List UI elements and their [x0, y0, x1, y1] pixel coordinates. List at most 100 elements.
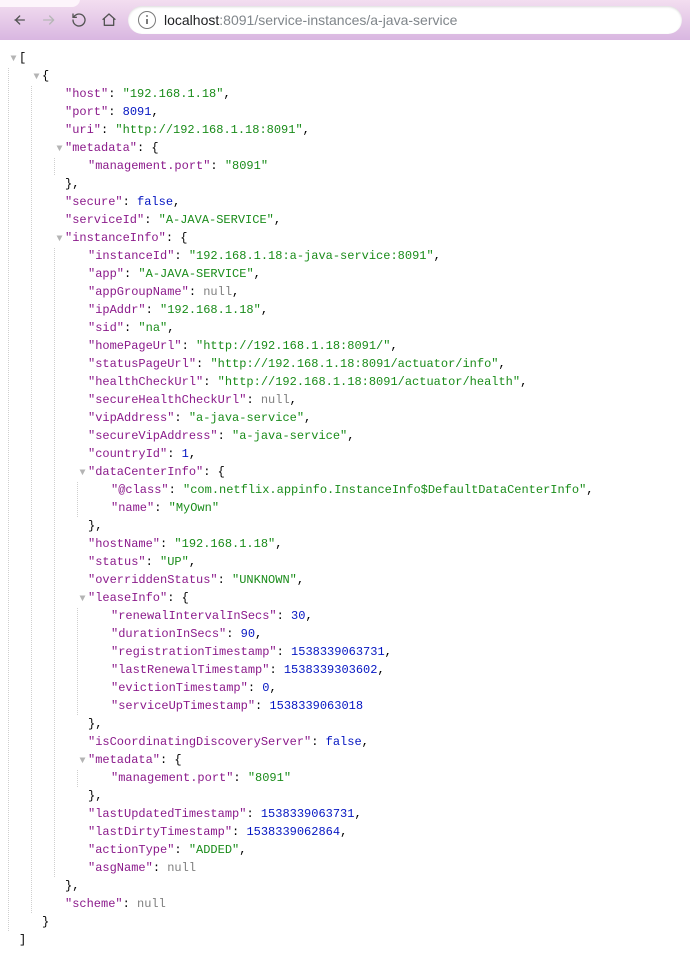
json-value: 30	[291, 609, 305, 623]
json-line: ▼"overriddenStatus": "UNKNOWN",	[8, 572, 682, 590]
json-key: "serviceId"	[65, 213, 144, 227]
json-value: 90	[241, 627, 255, 641]
json-value: "UNKNOWN"	[232, 573, 297, 587]
json-line: ▼},	[8, 176, 682, 194]
json-key: "name"	[111, 501, 154, 515]
json-punct: [	[19, 51, 26, 65]
json-value: 1538339063731	[291, 645, 385, 659]
json-value: "http://192.168.1.18:8091/actuator/info"	[210, 357, 498, 371]
json-value: "192.168.1.18"	[174, 537, 275, 551]
json-line: ▼"evictionTimestamp": 0,	[8, 680, 682, 698]
json-key: "appGroupName"	[88, 285, 189, 299]
json-line: ▼"instanceId": "192.168.1.18:a-java-serv…	[8, 248, 682, 266]
json-punct: ]	[19, 933, 26, 947]
json-value: {	[151, 141, 158, 155]
json-line: ▼"scheme": null	[8, 896, 682, 914]
json-key: "status"	[88, 555, 146, 569]
json-value: 1538339062864	[246, 825, 340, 839]
json-value: "http://192.168.1.18:8091/actuator/healt…	[218, 375, 520, 389]
json-line: ▼"registrationTimestamp": 1538339063731,	[8, 644, 682, 662]
json-line: ▼"lastRenewalTimestamp": 1538339303602,	[8, 662, 682, 680]
json-key: "homePageUrl"	[88, 339, 182, 353]
json-line: ▼"isCoordinatingDiscoveryServer": false,	[8, 734, 682, 752]
browser-toolbar: localhost:8091/service-instances/a-java-…	[0, 0, 690, 40]
json-value: "a-java-service"	[189, 411, 304, 425]
json-punct: },	[65, 879, 79, 893]
json-value: "com.netflix.appinfo.InstanceInfo$Defaul…	[183, 483, 586, 497]
json-line: ▼[	[8, 50, 682, 68]
json-key: "metadata"	[88, 753, 160, 767]
json-key: "healthCheckUrl"	[88, 375, 203, 389]
json-key: "@class"	[111, 483, 169, 497]
json-line: ▼"management.port": "8091"	[8, 158, 682, 176]
json-key: "scheme"	[65, 897, 123, 911]
json-key: "uri"	[65, 123, 101, 137]
json-line: ▼"actionType": "ADDED",	[8, 842, 682, 860]
json-line: ▼"secureHealthCheckUrl": null,	[8, 392, 682, 410]
json-punct: },	[88, 519, 102, 533]
json-key: "ipAddr"	[88, 303, 146, 317]
collapse-toggle-icon[interactable]: ▼	[31, 69, 42, 86]
json-value: "8091"	[248, 771, 291, 785]
json-value: "192.168.1.18"	[123, 87, 224, 101]
forward-button[interactable]	[38, 9, 60, 31]
json-line: ▼"ipAddr": "192.168.1.18",	[8, 302, 682, 320]
collapse-toggle-icon[interactable]: ▼	[77, 753, 88, 770]
collapse-toggle-icon[interactable]: ▼	[54, 231, 65, 248]
json-key: "instanceId"	[88, 249, 174, 263]
json-value: "UP"	[160, 555, 189, 569]
json-key: "evictionTimestamp"	[111, 681, 248, 695]
json-line: ▼"@class": "com.netflix.appinfo.Instance…	[8, 482, 682, 500]
collapse-toggle-icon[interactable]: ▼	[8, 51, 19, 68]
address-bar[interactable]: localhost:8091/service-instances/a-java-…	[128, 6, 682, 34]
home-button[interactable]	[98, 9, 120, 31]
json-line: ▼"status": "UP",	[8, 554, 682, 572]
collapse-toggle-icon[interactable]: ▼	[77, 591, 88, 608]
json-line: ▼"healthCheckUrl": "http://192.168.1.18:…	[8, 374, 682, 392]
json-punct: }	[42, 915, 49, 929]
json-key: "lastUpdatedTimestamp"	[88, 807, 246, 821]
json-value: "A-JAVA-SERVICE"	[138, 267, 253, 281]
json-line: ▼"instanceInfo": {	[8, 230, 682, 248]
json-value: "MyOwn"	[169, 501, 219, 515]
json-line: ▼"serviceUpTimestamp": 1538339063018	[8, 698, 682, 716]
json-key: "port"	[65, 105, 108, 119]
json-value: 8091	[123, 105, 152, 119]
url-text: localhost:8091/service-instances/a-java-…	[164, 12, 457, 28]
json-line: ▼"secureVipAddress": "a-java-service",	[8, 428, 682, 446]
json-line: ▼}	[8, 914, 682, 932]
json-line: ▼"host": "192.168.1.18",	[8, 86, 682, 104]
json-line: ▼"homePageUrl": "http://192.168.1.18:809…	[8, 338, 682, 356]
site-info-icon[interactable]	[138, 11, 156, 29]
json-line: ▼"secure": false,	[8, 194, 682, 212]
collapse-toggle-icon[interactable]: ▼	[77, 465, 88, 482]
json-key: "metadata"	[65, 141, 137, 155]
json-punct: },	[88, 789, 102, 803]
json-line: ▼"lastUpdatedTimestamp": 1538339063731,	[8, 806, 682, 824]
json-key: "asgName"	[88, 861, 153, 875]
json-key: "management.port"	[111, 771, 233, 785]
json-value: 1538339063731	[261, 807, 355, 821]
collapse-toggle-icon[interactable]: ▼	[54, 141, 65, 158]
json-line: ▼"name": "MyOwn"	[8, 500, 682, 518]
back-button[interactable]	[8, 9, 30, 31]
json-value: false	[137, 195, 173, 209]
reload-button[interactable]	[68, 9, 90, 31]
json-value: "8091"	[225, 159, 268, 173]
json-key: "vipAddress"	[88, 411, 174, 425]
json-line: ▼{	[8, 68, 682, 86]
json-value: false	[326, 735, 362, 749]
json-line: ▼},	[8, 518, 682, 536]
json-line: ▼"metadata": {	[8, 140, 682, 158]
json-line: ▼"leaseInfo": {	[8, 590, 682, 608]
json-value: 1538339303602	[284, 663, 378, 677]
json-punct: },	[88, 717, 102, 731]
json-value: 1538339063018	[269, 699, 363, 713]
json-value: "192.168.1.18"	[160, 303, 261, 317]
active-tab-edge	[0, 0, 80, 7]
json-line: ▼"durationInSecs": 90,	[8, 626, 682, 644]
json-line: ▼"dataCenterInfo": {	[8, 464, 682, 482]
json-value: null	[261, 393, 290, 407]
json-value: null	[137, 897, 166, 911]
json-key: "secure"	[65, 195, 123, 209]
